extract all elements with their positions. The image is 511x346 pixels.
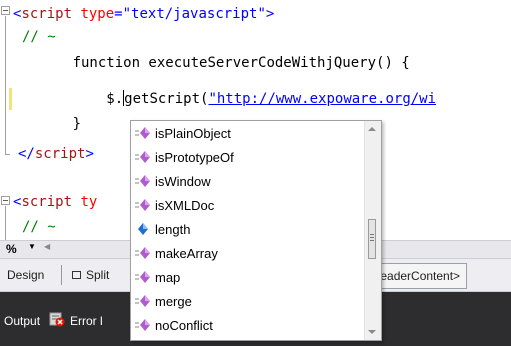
code-token: =	[114, 6, 123, 22]
zoom-level[interactable]: %	[6, 242, 17, 256]
completion-item-label: noConflict	[155, 318, 213, 333]
completion-item-label: isWindow	[155, 174, 211, 189]
code-token: getScript(	[124, 91, 209, 107]
scroll-up-icon[interactable]	[368, 127, 376, 131]
grip-line	[370, 237, 374, 238]
code-line-current[interactable]: $.getScript("http://www.expoware.org/wi	[22, 88, 436, 110]
separator	[61, 265, 62, 285]
output-tab[interactable]: Output	[4, 314, 40, 328]
code-token: script	[21, 194, 73, 210]
method-icon	[135, 319, 150, 331]
completion-item[interactable]: makeArray	[135, 242, 350, 266]
scroll-left-icon[interactable]: ◀	[44, 242, 50, 251]
completion-item[interactable]: merge	[135, 290, 350, 314]
property-icon	[138, 223, 148, 235]
collapse-toggle-icon[interactable]	[1, 196, 10, 205]
split-icon	[72, 271, 81, 279]
code-line[interactable]: </script>	[18, 143, 94, 165]
url-link[interactable]: "http://www.expoware.org/wi	[208, 91, 436, 107]
completion-item-label: map	[155, 270, 181, 285]
collapse-toggle-icon[interactable]	[1, 6, 10, 15]
code-comment: // ~	[22, 29, 56, 45]
intellisense-popup[interactable]: isPlainObject isPrototypeOf isWindow isXMLD…	[130, 120, 382, 341]
fold-guide-end	[5, 154, 10, 155]
code-line[interactable]: }	[22, 113, 81, 135]
code-line[interactable]: <script ty	[13, 191, 97, 213]
code-token: script	[34, 146, 86, 162]
code-token: script	[21, 6, 73, 22]
completion-item-label: merge	[155, 294, 192, 309]
popup-scrollbar[interactable]	[364, 121, 381, 340]
code-line[interactable]: <script type="text/javascript">	[13, 3, 274, 25]
design-view-button[interactable]: Design	[7, 268, 44, 282]
split-view-button[interactable]: Split	[86, 268, 109, 282]
code-token: type	[80, 6, 115, 22]
completion-item[interactable]: map	[135, 266, 350, 290]
code-token: }	[72, 116, 82, 132]
code-comment: // ~	[22, 219, 56, 235]
code-token: >	[265, 6, 275, 22]
code-token: "text/javascript"	[122, 6, 266, 22]
completion-item[interactable]: isXMLDoc	[135, 194, 350, 218]
completion-item-label: isPrototypeOf	[155, 150, 234, 165]
scroll-down-icon[interactable]	[368, 330, 376, 334]
code-line[interactable]: function executeServerCodeWithjQuery() {	[22, 52, 410, 74]
scroll-thumb[interactable]	[368, 219, 376, 259]
completion-item-label: isPlainObject	[155, 126, 231, 141]
completion-item[interactable]: noConflict	[135, 314, 350, 338]
completion-item-label: length	[155, 222, 191, 237]
completion-item[interactable]: isWindow	[135, 170, 350, 194]
method-icon	[135, 199, 150, 211]
method-icon	[135, 151, 150, 163]
fold-guide	[5, 16, 6, 154]
grip-line	[370, 234, 374, 235]
code-token: </	[18, 146, 35, 162]
completion-item-label: makeArray	[155, 246, 218, 261]
zoom-dropdown-icon[interactable]: ▼	[28, 242, 36, 251]
code-token: ty	[80, 194, 98, 210]
method-icon	[135, 127, 150, 139]
code-token: function executeServerCodeWithjQuery() {	[72, 55, 410, 71]
method-icon	[135, 247, 150, 259]
method-icon	[135, 295, 150, 307]
completion-item[interactable]: length	[135, 218, 350, 242]
method-icon	[135, 271, 150, 283]
change-indicator	[9, 88, 12, 110]
completion-item[interactable]: isPrototypeOf	[135, 146, 350, 170]
completion-item[interactable]: isPlainObject	[135, 122, 350, 146]
fold-guide	[5, 206, 6, 240]
method-icon	[135, 175, 150, 187]
code-line[interactable]: // ~	[22, 216, 56, 238]
error-list-icon[interactable]	[49, 312, 65, 327]
code-token: $.	[106, 91, 124, 107]
code-line[interactable]: // ~	[22, 26, 56, 48]
error-list-tab[interactable]: Error l	[70, 314, 103, 328]
completion-item-label: isXMLDoc	[155, 198, 215, 213]
code-token: >	[85, 146, 94, 162]
grip-line	[370, 240, 374, 241]
